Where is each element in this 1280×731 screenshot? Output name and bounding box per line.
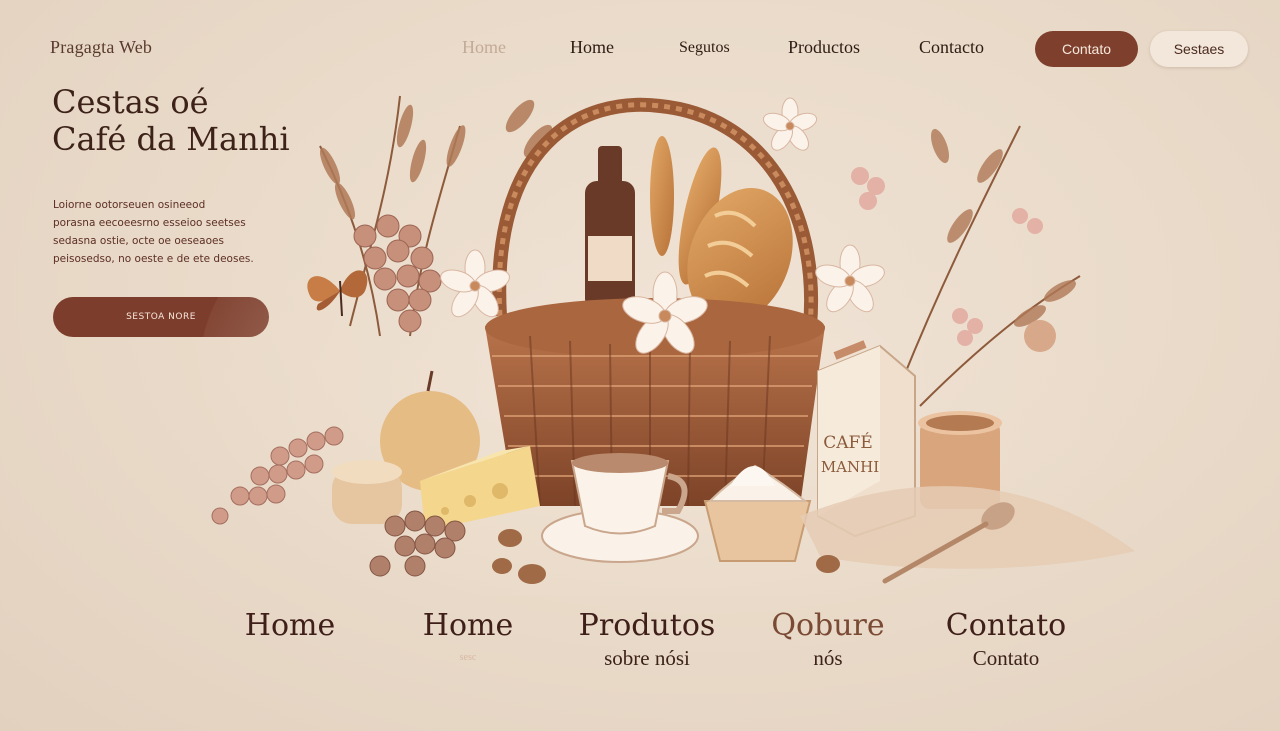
contato-pill-button[interactable]: Contato — [1035, 31, 1138, 67]
nav-link-productos[interactable]: Productos — [788, 37, 860, 58]
bottom-menu-title: Contato — [945, 608, 1067, 643]
bottom-menu-title: Home — [244, 608, 336, 643]
breakfast-basket-illustration: CAFÉ MANHI — [200, 95, 1140, 596]
bottom-menu-subtitle: Contato — [972, 646, 1040, 670]
bottom-menu: Home Home sesc Produtos sobre nósi Qobur… — [0, 606, 1280, 686]
bottom-menu-item-home[interactable]: Home — [220, 606, 360, 646]
coffee-box-label-line-2: MANHI — [821, 458, 879, 476]
bottom-menu-subtitle: sobre nósi — [604, 646, 690, 670]
coffee-box-label-line-1: CAFÉ — [823, 432, 873, 453]
nav-link-contacto[interactable]: Contacto — [919, 37, 984, 58]
bottom-menu-item-qobure[interactable]: Qobure nós — [758, 606, 898, 670]
sestaes-pill-button[interactable]: Sestaes — [1150, 31, 1248, 67]
hero-title-line-1: Cestas oé — [52, 83, 209, 121]
bottom-menu-item-produtos[interactable]: Produtos sobre nósi — [562, 606, 732, 670]
bottom-menu-item-home-2[interactable]: Home sesc — [398, 606, 538, 670]
nav-link-home-faded[interactable]: Home — [462, 37, 506, 58]
bottom-menu-title: Produtos — [578, 608, 716, 643]
bottom-menu-item-contato[interactable]: Contato Contato — [926, 606, 1086, 670]
bottom-menu-subtitle: nós — [813, 646, 843, 670]
nav-link-segutos[interactable]: Segutos — [679, 39, 730, 57]
bottom-menu-title: Qobure — [771, 608, 885, 643]
bottom-menu-subtitle: sesc — [459, 652, 477, 663]
cheese-round — [332, 460, 402, 524]
nav-link-home[interactable]: Home — [570, 37, 614, 58]
bottom-menu-title: Home — [422, 608, 514, 643]
